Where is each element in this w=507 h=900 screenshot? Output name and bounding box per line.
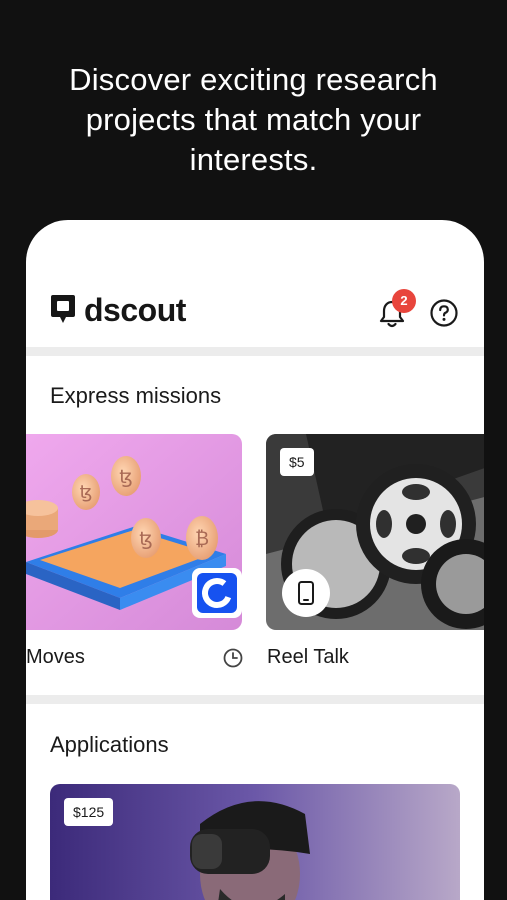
dscout-logo: dscout bbox=[50, 292, 186, 328]
mission-label-reel-talk: Reel Talk bbox=[267, 646, 349, 668]
phone-frame: dscout 2 Express missions ꜩ ꜩ ꜩ ₿ Moves … bbox=[26, 220, 484, 900]
applications-title: Applications bbox=[50, 732, 169, 757]
svg-text:ꜩ: ꜩ bbox=[139, 528, 152, 550]
app-header: dscout 2 bbox=[26, 220, 484, 348]
clock-icon bbox=[223, 648, 243, 668]
section-divider bbox=[26, 347, 484, 356]
mission-card-moves[interactable]: ꜩ ꜩ ꜩ ₿ bbox=[26, 434, 242, 630]
price-tag: $5 bbox=[280, 448, 314, 476]
svg-text:₿: ₿ bbox=[195, 528, 209, 550]
dscout-logo-icon bbox=[51, 295, 75, 323]
help-icon bbox=[430, 299, 458, 327]
promo-headline: Discover exciting research projects that… bbox=[69, 62, 438, 177]
express-missions-title: Express missions bbox=[50, 383, 222, 408]
app-name: dscout bbox=[84, 292, 186, 328]
help-button[interactable] bbox=[429, 298, 459, 328]
device-badge bbox=[282, 569, 330, 617]
price-tag: $125 bbox=[64, 798, 114, 826]
svg-text:ꜩ: ꜩ bbox=[119, 466, 132, 488]
mission-label-moves: Moves bbox=[26, 646, 85, 668]
notification-badge: 2 bbox=[392, 289, 416, 313]
moves-image: ꜩ ꜩ ꜩ ₿ bbox=[26, 434, 242, 630]
section-divider bbox=[26, 695, 484, 704]
svg-text:ꜩ: ꜩ bbox=[80, 482, 93, 503]
mobile-phone-icon bbox=[298, 581, 314, 605]
